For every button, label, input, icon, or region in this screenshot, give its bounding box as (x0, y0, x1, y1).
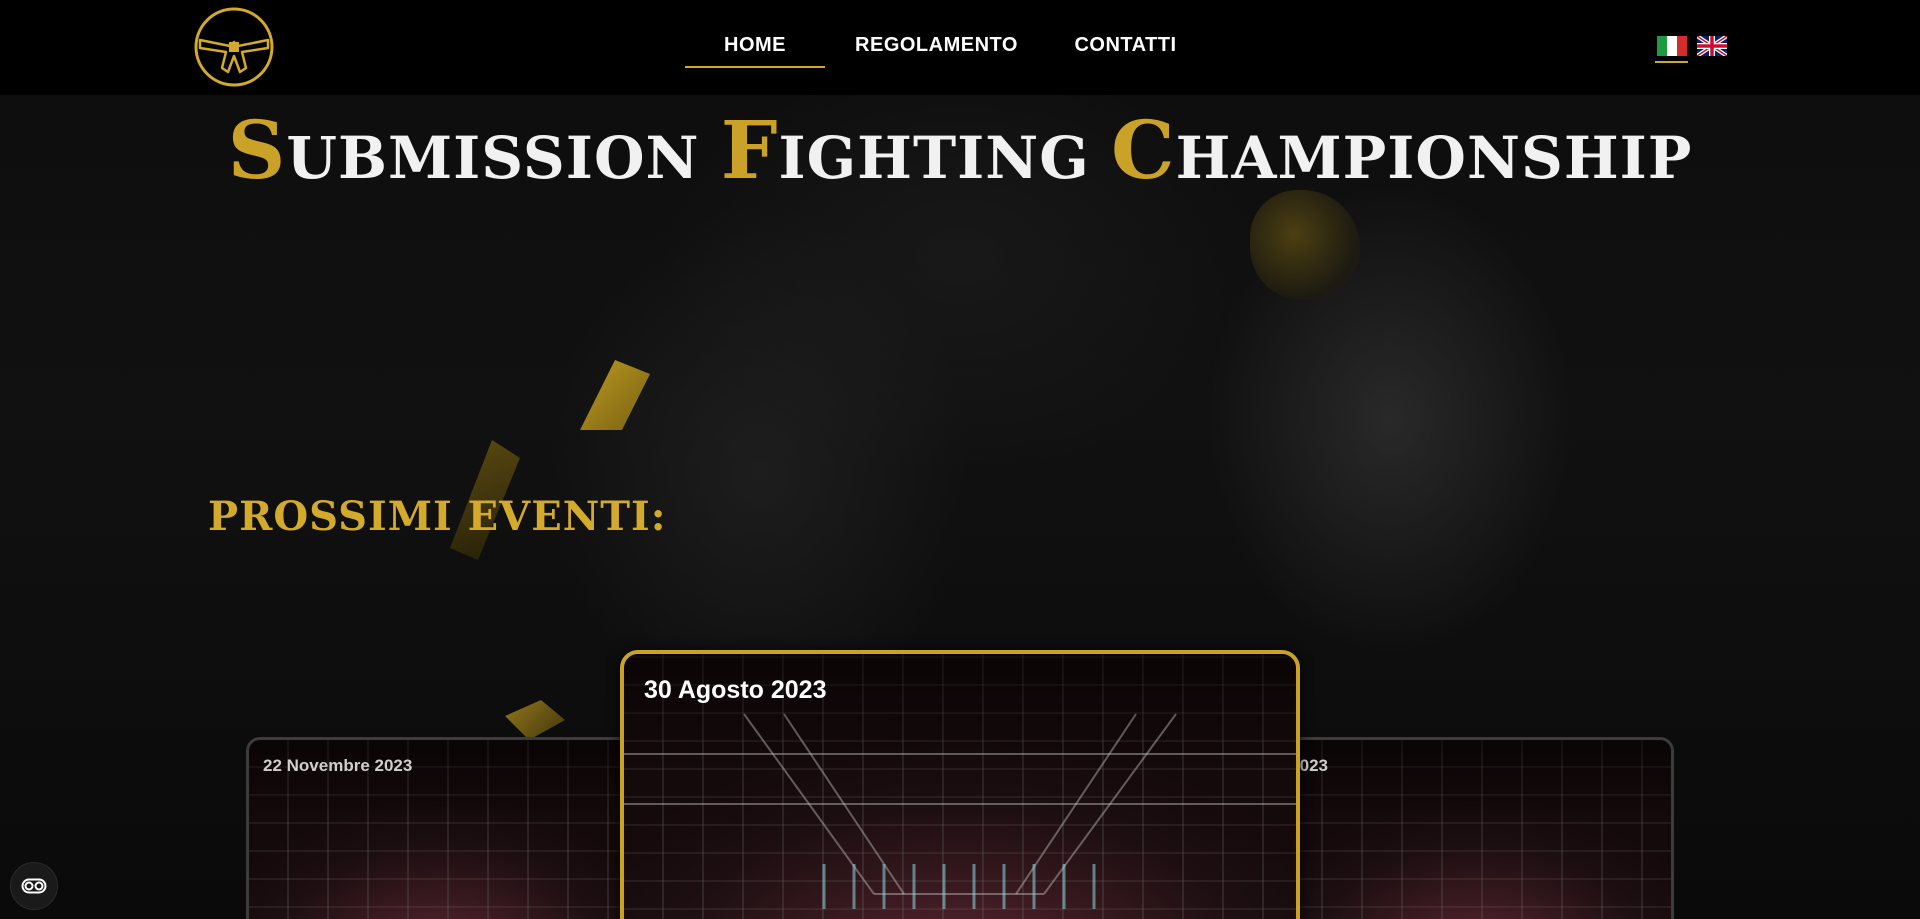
italy-flag-icon[interactable] (1657, 36, 1687, 56)
site-header: HOME REGOLAMENTO CONTATTI (0, 0, 1920, 95)
nav-regolamento[interactable]: REGOLAMENTO (825, 30, 1048, 68)
event-card[interactable]: 22 Novembre 2023 (246, 737, 636, 919)
nav-contatti[interactable]: CONTATTI (1048, 30, 1203, 68)
hero-photo-detail (1250, 190, 1360, 300)
title-word: SUBMISSION (227, 103, 700, 197)
events-heading: PROSSIMI EVENTI: (208, 493, 667, 540)
nav-home[interactable]: HOME (685, 30, 825, 68)
main-nav: HOME REGOLAMENTO CONTATTI (685, 30, 1203, 68)
event-card-featured[interactable]: 30 Agosto 2023 (620, 650, 1300, 919)
event-date: 22 Novembre 2023 (263, 756, 413, 775)
event-card[interactable]: ore 2023 (1280, 737, 1674, 919)
event-date: 30 Agosto 2023 (644, 676, 827, 704)
accessibility-toggle-icon[interactable] (10, 862, 58, 910)
page-title: SUBMISSION FIGHTING CHAMPIONSHIP (0, 103, 1920, 197)
arena-truss-image (624, 713, 1296, 909)
uk-flag-icon[interactable] (1695, 34, 1729, 58)
belt-logo-icon[interactable] (190, 6, 278, 88)
active-language-indicator (1655, 61, 1688, 63)
title-word: CHAMPIONSHIP (1111, 103, 1693, 197)
title-word: FIGHTING (720, 103, 1090, 197)
